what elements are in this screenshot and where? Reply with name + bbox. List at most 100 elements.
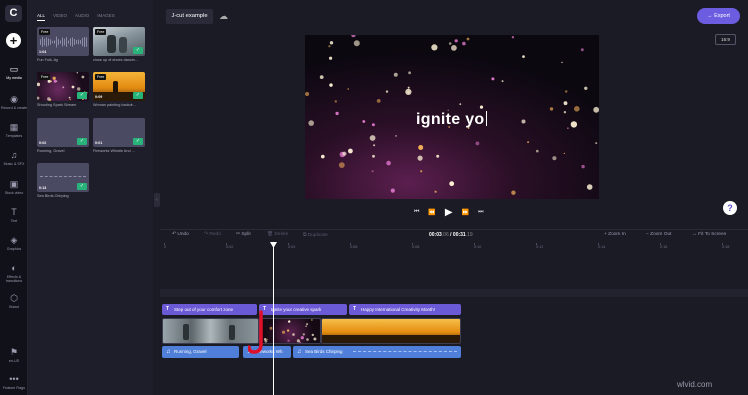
duration-label: 1:04 bbox=[39, 50, 47, 54]
spark-dot bbox=[420, 170, 423, 173]
media-caption: Fun Folk.Jig bbox=[37, 58, 58, 62]
spark-dot bbox=[50, 80, 53, 83]
spark-dot bbox=[305, 91, 310, 97]
rail-item-templates[interactable]: ▦ Templates bbox=[0, 122, 28, 138]
rail-item-feature-flags[interactable]: ••• Feature Flags bbox=[0, 374, 28, 390]
tab-all[interactable]: ALL bbox=[37, 13, 46, 21]
spark-dot bbox=[296, 339, 300, 343]
waveform-bar bbox=[80, 40, 81, 44]
project-name-field[interactable]: J-cut example bbox=[166, 9, 213, 24]
spark-dot bbox=[292, 333, 295, 336]
j-cut-annotation bbox=[248, 310, 263, 354]
waveform-bar bbox=[76, 40, 77, 44]
skip-end-icon[interactable]: ⏭ bbox=[478, 209, 483, 216]
caption-overlay[interactable]: ignite yo bbox=[416, 111, 488, 129]
rail-label: Feature Flags bbox=[2, 386, 26, 390]
spark-dot bbox=[385, 90, 389, 93]
rewind-icon[interactable]: ⏪ bbox=[428, 209, 435, 216]
fit-to-screen-button[interactable]: ↔ Fit To Screen bbox=[692, 232, 726, 237]
add-media-button[interactable]: + bbox=[6, 33, 21, 48]
media-item-running-gravel[interactable]: 0:02 ✓ bbox=[37, 118, 89, 147]
video-preview[interactable]: ignite yo bbox=[305, 35, 599, 199]
media-item-woman-painting[interactable]: Free 0:09 ✓ bbox=[93, 72, 145, 101]
rail-item-language[interactable]: ⚑ en-US bbox=[0, 347, 28, 363]
duplicate-label: Duplicate bbox=[307, 233, 328, 238]
empty-track bbox=[160, 289, 748, 297]
skip-start-icon[interactable]: ⏮ bbox=[414, 209, 419, 216]
duplicate-button[interactable]: ⧉ Duplicate bbox=[303, 232, 328, 238]
waveform-bar bbox=[42, 37, 43, 47]
spark-dot bbox=[459, 103, 462, 105]
tab-images[interactable]: IMAGES bbox=[97, 13, 115, 18]
collapse-panel-handle[interactable]: ‹ bbox=[154, 193, 160, 207]
play-icon[interactable]: ▶ bbox=[445, 207, 453, 218]
rail-item-stock-video[interactable]: ▣ Stock video bbox=[0, 179, 28, 195]
text-clip-label: Step out of your comfort zone bbox=[174, 307, 234, 312]
waveform-bar bbox=[78, 39, 79, 45]
redo-button[interactable]: ↷ Redo bbox=[204, 232, 221, 237]
tab-video[interactable]: VIDEO bbox=[53, 13, 67, 18]
media-item-shoes-dancing[interactable]: Free ✓ bbox=[93, 27, 145, 56]
audio-clip-label: Sea Birds Chirping bbox=[305, 349, 343, 354]
waveform-bar bbox=[68, 40, 69, 44]
video-clip[interactable] bbox=[162, 318, 259, 344]
free-badge: Free bbox=[95, 29, 107, 35]
waveform-bar bbox=[52, 40, 53, 44]
timeline-ruler[interactable]: 0 0:02 0:04 0:06 0:08 0:10 0:12 0:14 0:1… bbox=[162, 243, 748, 253]
spark-dot bbox=[373, 144, 376, 147]
left-rail: C + ▭ My media ◉ Record & create ▦ Templ… bbox=[0, 0, 28, 395]
spark-dot bbox=[37, 96, 40, 100]
audio-clip[interactable]: ♫ Running, Gravel bbox=[162, 346, 239, 358]
media-item-sea-birds-chirping[interactable]: 0:13 ✓ bbox=[37, 163, 89, 192]
spark-dot bbox=[593, 106, 599, 113]
delete-button[interactable]: 🗑 Delete bbox=[267, 232, 288, 237]
video-clip[interactable] bbox=[259, 318, 321, 344]
rail-item-effects[interactable]: ◐ Effects & transitions bbox=[0, 263, 28, 283]
spark-dot bbox=[338, 162, 345, 168]
fit-label: Fit To Screen bbox=[698, 232, 727, 237]
rail-item-brand[interactable]: ⬡ Brand bbox=[0, 293, 28, 309]
audio-clip[interactable]: ♫ Sea Birds Chirping bbox=[293, 346, 461, 358]
text-clip[interactable]: T Step out of your comfort zone bbox=[162, 304, 257, 315]
help-button[interactable]: ? bbox=[723, 201, 737, 215]
zoom-out-button[interactable]: − Zoom Out bbox=[646, 232, 671, 237]
text-clip[interactable]: T Happy International Creativity Month! bbox=[349, 304, 461, 315]
rail-label: Stock video bbox=[4, 191, 24, 195]
undo-button[interactable]: ↶ Undo bbox=[172, 232, 189, 237]
spark-dot bbox=[311, 319, 313, 321]
rail-item-my-media[interactable]: ▭ My media bbox=[0, 64, 28, 80]
spark-dot bbox=[281, 330, 286, 334]
media-item-fireworks-whistle[interactable]: 0:01 ✓ bbox=[93, 118, 145, 147]
zoom-in-button[interactable]: + Zoom In bbox=[604, 232, 626, 237]
text-caret bbox=[486, 111, 488, 126]
spark-dot bbox=[393, 72, 398, 77]
spark-dot bbox=[329, 41, 334, 45]
aspect-ratio-button[interactable]: 16:9 bbox=[715, 34, 736, 45]
tab-audio[interactable]: AUDIO bbox=[75, 13, 89, 18]
text-icon: T bbox=[166, 306, 170, 312]
spark-dot bbox=[570, 121, 578, 128]
duration-label: 0:13 bbox=[39, 186, 47, 190]
rail-item-text[interactable]: T Text bbox=[0, 207, 28, 223]
ruler-tick: 0:04 bbox=[288, 243, 296, 249]
caption-overlay-text: ignite yo bbox=[416, 111, 485, 128]
playhead[interactable] bbox=[273, 242, 274, 395]
rail-item-graphics[interactable]: ◈ Graphics bbox=[0, 235, 28, 251]
duration-label: 0:02 bbox=[39, 141, 47, 145]
media-caption: Sea Birds Chirping bbox=[37, 194, 69, 198]
video-clip[interactable] bbox=[321, 318, 461, 344]
text-clip-label: Ignite your creative spark bbox=[271, 307, 322, 312]
text-clip-label: Happy International Creativity Month! bbox=[361, 307, 436, 312]
app-logo[interactable]: C bbox=[5, 5, 22, 22]
export-button[interactable]: → Export bbox=[697, 8, 740, 24]
spark-dot bbox=[501, 80, 504, 83]
fast-forward-icon[interactable]: ⏩ bbox=[462, 209, 469, 216]
rail-item-record[interactable]: ◉ Record & create bbox=[0, 94, 28, 110]
rail-label: Text bbox=[10, 219, 18, 223]
media-item-fun-folk-jig[interactable]: Free 1:04 bbox=[37, 27, 89, 56]
split-button[interactable]: ✂ Split bbox=[236, 232, 251, 237]
split-label: Split bbox=[241, 232, 251, 237]
spark-dot bbox=[552, 156, 557, 161]
media-item-shooting-spark-stream[interactable]: Free ✓ bbox=[37, 72, 89, 101]
rail-item-music[interactable]: ♫ Music & SFX bbox=[0, 150, 28, 166]
